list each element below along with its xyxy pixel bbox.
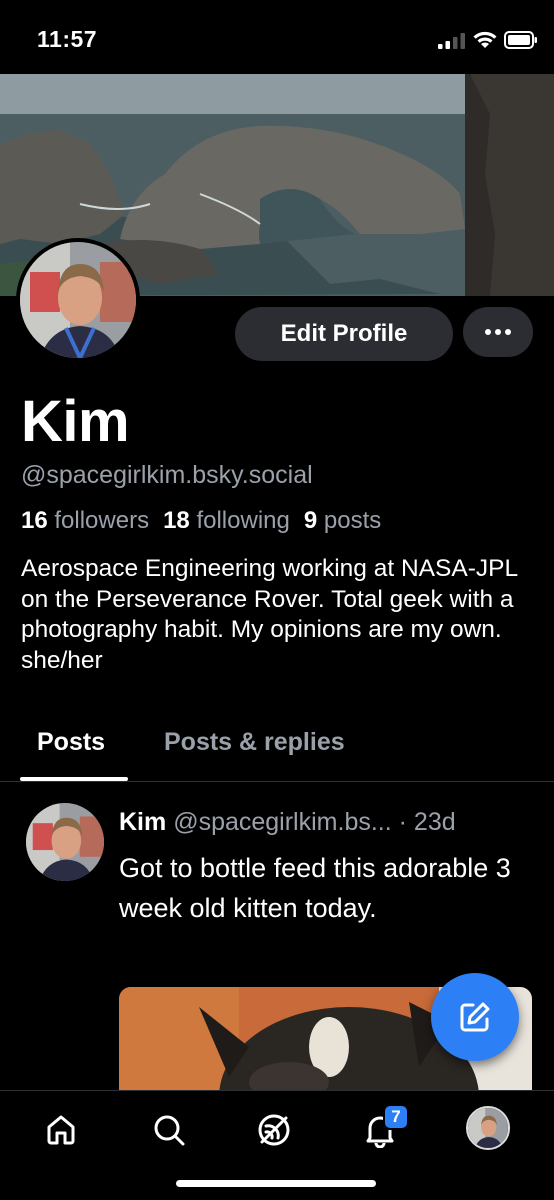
tab-posts-and-replies[interactable]: Posts & replies	[164, 728, 345, 757]
ellipsis-icon	[485, 329, 491, 335]
profile-handle: @spacegirlkim.bsky.social	[21, 461, 313, 489]
post-separator: ·	[398, 808, 407, 836]
status-time: 11:57	[37, 26, 98, 52]
nav-search[interactable]	[147, 1108, 191, 1152]
compose-icon	[460, 1002, 490, 1032]
profile-avatar-icon	[468, 1108, 508, 1148]
compose-button[interactable]	[431, 973, 519, 1061]
battery-icon	[504, 31, 537, 49]
nav-profile[interactable]	[466, 1106, 510, 1150]
posts-stat: 9 posts	[304, 507, 381, 535]
following-stat[interactable]: 18 following	[163, 507, 290, 535]
following-count: 18	[163, 507, 190, 534]
home-icon	[47, 1115, 75, 1145]
avatar-image	[20, 242, 136, 358]
profile-avatar[interactable]	[16, 238, 140, 362]
posts-label: posts	[323, 507, 382, 534]
followers-label: followers	[54, 507, 150, 534]
posts-count: 9	[303, 507, 318, 534]
post-timestamp: 23d	[413, 808, 456, 836]
post-header: Kim @spacegirlkim.bs... · 23d	[119, 808, 456, 837]
followers-stat[interactable]: 16 followers	[21, 507, 149, 535]
display-name: Kim	[21, 389, 130, 454]
post-author-avatar[interactable]	[26, 803, 104, 881]
followers-count: 16	[21, 507, 48, 534]
wifi-icon	[473, 31, 497, 48]
search-icon	[154, 1115, 185, 1146]
nav-feeds[interactable]	[252, 1108, 296, 1152]
tab-selected-indicator	[20, 777, 128, 781]
profile-tabs: Posts Posts & replies	[0, 718, 554, 782]
tab-posts[interactable]: Posts	[37, 728, 105, 757]
profile-bio: Aerospace Engineering working at NASA-JP…	[21, 555, 518, 674]
feeds-icon	[258, 1114, 290, 1146]
more-options-button[interactable]	[463, 307, 533, 357]
nav-home[interactable]	[39, 1108, 83, 1152]
cellular-signal-icon	[438, 33, 465, 49]
status-bar: 11:57	[0, 0, 554, 74]
following-label: following	[196, 507, 290, 534]
edit-profile-button[interactable]: Edit Profile	[235, 307, 453, 361]
post-author-handle[interactable]: @spacegirlkim.bs...	[173, 808, 392, 836]
notification-badge: 7	[383, 1104, 409, 1130]
post-text[interactable]: Got to bottle feed this adorable 3 week …	[119, 848, 519, 928]
post-author-name[interactable]: Kim	[119, 808, 166, 836]
home-indicator[interactable]	[176, 1180, 376, 1187]
profile-stats: 16 followers 18 following 9 posts	[21, 507, 381, 535]
